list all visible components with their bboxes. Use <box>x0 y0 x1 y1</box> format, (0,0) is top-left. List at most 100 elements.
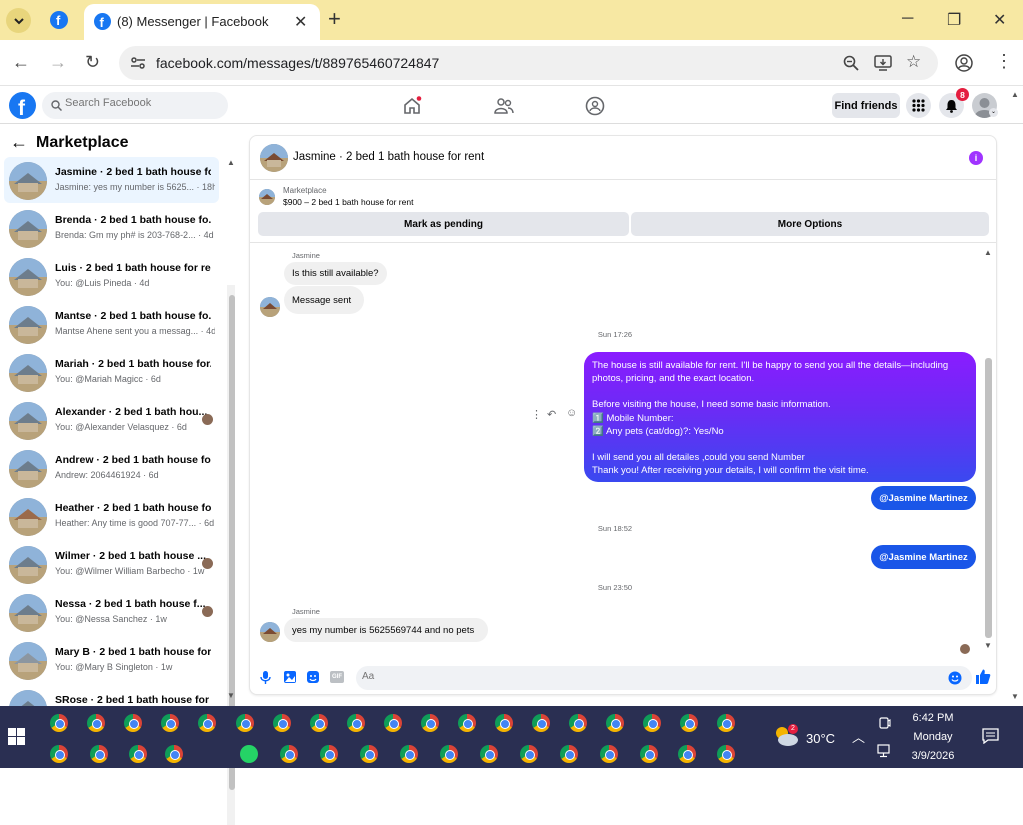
chrome-taskbar-icon[interactable] <box>236 714 254 732</box>
groups-icon[interactable] <box>585 96 605 116</box>
address-bar[interactable]: facebook.com/messages/t/889765460724847 … <box>119 46 938 80</box>
sticker-icon[interactable] <box>306 670 320 684</box>
gif-icon[interactable]: GIF <box>330 671 344 683</box>
chat-scrollbar-thumb[interactable] <box>985 358 992 638</box>
home-icon[interactable] <box>402 96 422 116</box>
chrome-taskbar-icon[interactable] <box>421 714 439 732</box>
chrome-taskbar-icon[interactable] <box>480 745 498 763</box>
sender-avatar[interactable] <box>260 622 280 642</box>
chrome-taskbar-icon[interactable] <box>90 745 108 763</box>
chrome-taskbar-icon[interactable] <box>717 714 735 732</box>
chrome-taskbar-icon[interactable] <box>532 714 550 732</box>
chrome-taskbar-icon[interactable] <box>310 714 328 732</box>
more-actions-icon[interactable]: ⋮ <box>531 408 542 421</box>
menu-grid-button[interactable] <box>906 93 931 118</box>
chrome-taskbar-icon[interactable] <box>124 714 142 732</box>
conversation-avatar[interactable] <box>9 306 47 344</box>
scroll-up-icon[interactable]: ▲ <box>227 158 235 167</box>
message-bubble-outgoing[interactable]: The house is still available for rent. I… <box>584 352 976 482</box>
temperature[interactable]: 30°C <box>806 731 835 746</box>
action-center-icon[interactable] <box>982 728 999 744</box>
chrome-taskbar-icon[interactable] <box>347 714 365 732</box>
conversation-avatar[interactable] <box>9 594 47 632</box>
conversation-item[interactable]: Andrew · 2 bed 1 bath house fo... Andrew:… <box>4 445 219 491</box>
mark-as-pending-button[interactable]: Mark as pending <box>258 212 629 236</box>
minimize-icon[interactable]: ─ <box>902 10 913 28</box>
chat-scroll-down-icon[interactable]: ▼ <box>984 641 992 650</box>
reload-icon[interactable]: ↻ <box>85 52 100 73</box>
message-bubble-incoming[interactable]: Message sent <box>284 286 364 314</box>
react-emoji-icon[interactable]: ☺ <box>566 407 577 419</box>
message-bubble-incoming[interactable]: yes my number is 5625569744 and no pets <box>284 618 488 642</box>
chrome-taskbar-icon[interactable] <box>680 714 698 732</box>
install-app-icon[interactable] <box>874 55 892 71</box>
conversation-avatar[interactable] <box>9 642 47 680</box>
chrome-taskbar-icon[interactable] <box>458 714 476 732</box>
page-scroll-down-icon[interactable]: ▼ <box>1011 692 1019 701</box>
chrome-taskbar-icon[interactable] <box>560 745 578 763</box>
zoom-icon[interactable] <box>843 55 859 71</box>
conversation-avatar[interactable] <box>9 162 47 200</box>
clock-date[interactable]: 3/9/2026 <box>904 750 962 762</box>
conversation-item[interactable]: Mary B · 2 bed 1 bath house for... You: @… <box>4 637 219 683</box>
reply-icon[interactable]: ↶ <box>547 408 556 421</box>
tab-search-dropdown[interactable] <box>6 8 31 33</box>
like-thumb-icon[interactable] <box>975 668 991 685</box>
chrome-taskbar-icon[interactable] <box>569 714 587 732</box>
photo-icon[interactable] <box>283 670 297 684</box>
chrome-taskbar-icon[interactable] <box>320 745 338 763</box>
chrome-taskbar-icon[interactable] <box>600 745 618 763</box>
conversation-item[interactable]: Alexander · 2 bed 1 bath hou... You: @Ale… <box>4 397 219 443</box>
clock-time[interactable]: 6:42 PM <box>904 712 962 724</box>
conversation-avatar[interactable] <box>9 354 47 392</box>
clock-day[interactable]: Monday <box>904 731 962 743</box>
chrome-taskbar-icon[interactable] <box>129 745 147 763</box>
facebook-search-input[interactable] <box>65 97 215 109</box>
inactive-tab-facebook-icon[interactable]: f <box>50 11 68 34</box>
chrome-taskbar-icon[interactable] <box>384 714 402 732</box>
close-tab-icon[interactable]: ✕ <box>294 12 307 32</box>
conversation-item[interactable]: Brenda · 2 bed 1 bath house fo... Brenda:… <box>4 205 219 251</box>
chrome-taskbar-icon[interactable] <box>717 745 735 763</box>
chat-title[interactable]: Jasmine · 2 bed 1 bath house for rent <box>293 151 484 163</box>
chrome-taskbar-icon[interactable] <box>360 745 378 763</box>
chrome-taskbar-icon[interactable] <box>87 714 105 732</box>
chrome-taskbar-icon[interactable] <box>280 745 298 763</box>
restore-icon[interactable]: ❐ <box>947 10 961 30</box>
conversation-avatar[interactable] <box>9 210 47 248</box>
chrome-taskbar-icon[interactable] <box>520 745 538 763</box>
chrome-taskbar-icon[interactable] <box>606 714 624 732</box>
mention-bubble[interactable]: @Jasmine Martinez <box>871 486 976 510</box>
site-settings-icon[interactable] <box>130 55 146 71</box>
show-hidden-icons-chevron-icon[interactable]: ︿ <box>852 727 865 746</box>
find-friends-button[interactable]: Find friends <box>832 93 900 118</box>
profile-icon[interactable] <box>955 54 973 72</box>
listing-thumbnail[interactable] <box>259 189 275 205</box>
conversation-avatar[interactable] <box>9 258 47 296</box>
chrome-taskbar-icon[interactable] <box>273 714 291 732</box>
mention-bubble[interactable]: @Jasmine Martinez <box>871 545 976 569</box>
close-window-icon[interactable]: ✕ <box>993 10 1006 30</box>
back-icon[interactable]: ← <box>12 52 30 73</box>
facebook-logo-icon[interactable]: f <box>9 92 36 119</box>
chrome-taskbar-icon[interactable] <box>198 714 216 732</box>
conversation-info-icon[interactable]: i <box>969 151 983 165</box>
chrome-taskbar-icon[interactable] <box>640 745 658 763</box>
conversation-item[interactable]: Mantse · 2 bed 1 bath house fo... Mantse … <box>4 301 219 347</box>
chrome-taskbar-icon[interactable] <box>495 714 513 732</box>
emoji-icon[interactable] <box>948 671 962 685</box>
listing-description[interactable]: $900 – 2 bed 1 bath house for rent <box>283 197 413 207</box>
conversation-avatar[interactable] <box>9 546 47 584</box>
conversation-item[interactable]: Nessa · 2 bed 1 bath house f... You: @Nes… <box>4 589 219 635</box>
conversation-item[interactable]: Mariah · 2 bed 1 bath house for... You: @… <box>4 349 219 395</box>
conversation-avatar[interactable] <box>9 402 47 440</box>
conversation-avatar[interactable] <box>9 450 47 488</box>
conversation-item[interactable]: Wilmer · 2 bed 1 bath house ... You: @Wil… <box>4 541 219 587</box>
chat-avatar[interactable] <box>260 144 288 172</box>
account-chevron-icon[interactable]: ⌄ <box>989 108 998 117</box>
conversation-item[interactable]: Jasmine · 2 bed 1 bath house fo... Jasmin… <box>4 157 219 203</box>
active-tab[interactable]: f (8) Messenger | Facebook ✕ <box>84 4 320 40</box>
conversation-item[interactable]: SRose · 2 bed 1 bath house for ... <box>4 685 219 728</box>
conversation-item[interactable]: Luis · 2 bed 1 bath house for rent You: @… <box>4 253 219 299</box>
conversation-item[interactable]: Heather · 2 bed 1 bath house fo... Heathe… <box>4 493 219 539</box>
